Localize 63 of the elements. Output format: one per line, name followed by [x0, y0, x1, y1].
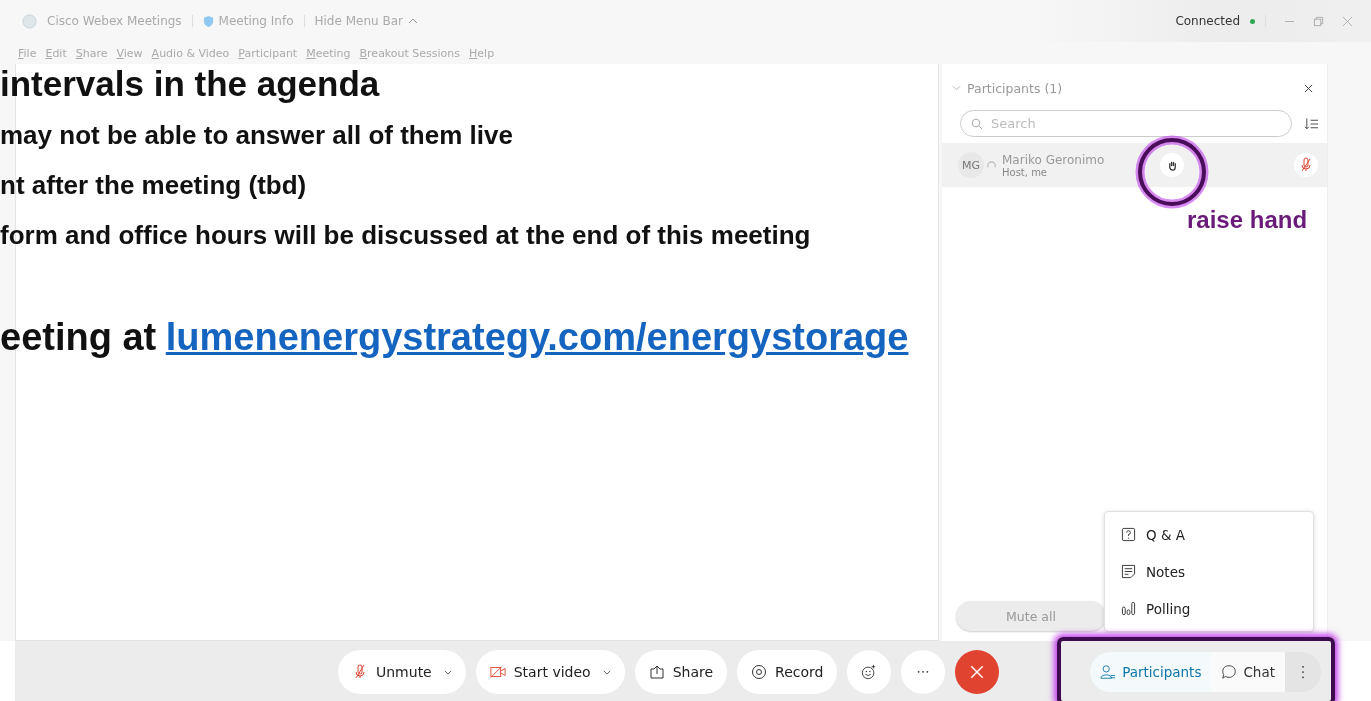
menu-item[interactable]: Breakout Sessions [359, 46, 461, 60]
shield-icon [202, 14, 214, 28]
sort-icon[interactable] [1304, 116, 1319, 131]
collapse-chevron-icon[interactable] [952, 85, 961, 91]
annotation-label: raise hand [1187, 206, 1308, 234]
question-icon [1121, 527, 1136, 542]
record-icon [751, 664, 768, 680]
mic-muted-icon[interactable] [1293, 152, 1319, 178]
menu-item[interactable]: Notes [1105, 555, 1313, 588]
meeting-info-button[interactable]: Meeting Info [202, 14, 294, 28]
participant-row[interactable]: MG Mariko Geronimo Host, me [942, 143, 1327, 187]
menu-item[interactable]: View [116, 46, 143, 60]
mute-all-button[interactable]: Mute all [956, 601, 1106, 631]
hand-icon [1166, 159, 1178, 171]
caret-icon[interactable] [443, 669, 452, 675]
panel-tab[interactable]: Participants [1090, 652, 1212, 692]
hide-menu-bar-button[interactable]: Hide Menu Bar [314, 14, 418, 28]
person-list-icon [1100, 664, 1117, 680]
app-logo-icon [22, 13, 37, 29]
participant-name: Mariko Geronimo [1002, 152, 1105, 167]
chat-bubble-icon [1221, 664, 1238, 680]
restore-icon[interactable] [1313, 15, 1324, 27]
app-title: Cisco Webex Meetings [47, 14, 182, 28]
more-vertical-icon[interactable] [1301, 665, 1305, 679]
upload-icon [648, 664, 665, 680]
menu-item[interactable]: Polling [1105, 592, 1313, 625]
menu-item[interactable]: File [18, 46, 37, 60]
connection-status: Connected [1175, 14, 1240, 28]
share-button[interactable]: Share [634, 650, 728, 694]
notes-icon [1121, 564, 1136, 579]
reactions-button[interactable] [847, 650, 892, 694]
panel-tab[interactable]: Chat [1211, 652, 1285, 692]
avatar-initials: MG [958, 152, 984, 178]
menu-item[interactable]: Meeting [306, 46, 351, 60]
menu-item[interactable]: Q & A [1105, 518, 1313, 551]
menu-item[interactable]: Audio & Video [151, 46, 230, 60]
slide-heading: intervals in the agenda [0, 63, 381, 105]
caret-icon[interactable] [602, 669, 611, 675]
video-off-icon [489, 664, 506, 680]
start-video-button[interactable]: Start video [475, 650, 625, 694]
slide-bullet-text: may not be able to answer all of them live [0, 119, 514, 152]
link[interactable]: lumenenergystrategy.com/energystorage [165, 316, 909, 358]
menu-item[interactable]: Edit [45, 46, 67, 60]
slide-text: eeting at [0, 316, 157, 358]
close-icon [969, 664, 986, 680]
panel-title: Participants (1) [967, 80, 1064, 96]
menu-item[interactable]: Help [469, 46, 495, 60]
search-icon [971, 118, 983, 130]
participant-role: Host, me [1002, 166, 1049, 178]
mic-muted-icon [352, 664, 368, 680]
slide-bullet-text: nt after the meeting (tbd) [0, 169, 308, 202]
chevron-up-icon [407, 18, 418, 24]
unmute-button[interactable]: Unmute [338, 650, 466, 694]
bar-chart-icon [1121, 601, 1136, 616]
slide-bullet-text: form and office hours will be discussed at the end of this meeting [0, 219, 812, 252]
record-button[interactable]: Record [737, 650, 838, 694]
smiley-icon [861, 664, 878, 680]
end-meeting-button[interactable] [955, 650, 1000, 694]
menu-item[interactable]: Participant [238, 46, 298, 60]
ellipsis-icon [916, 670, 931, 674]
search-field[interactable]: Search [960, 110, 1292, 137]
close-icon[interactable] [1304, 83, 1313, 93]
menu-item[interactable]: Share [75, 46, 108, 60]
